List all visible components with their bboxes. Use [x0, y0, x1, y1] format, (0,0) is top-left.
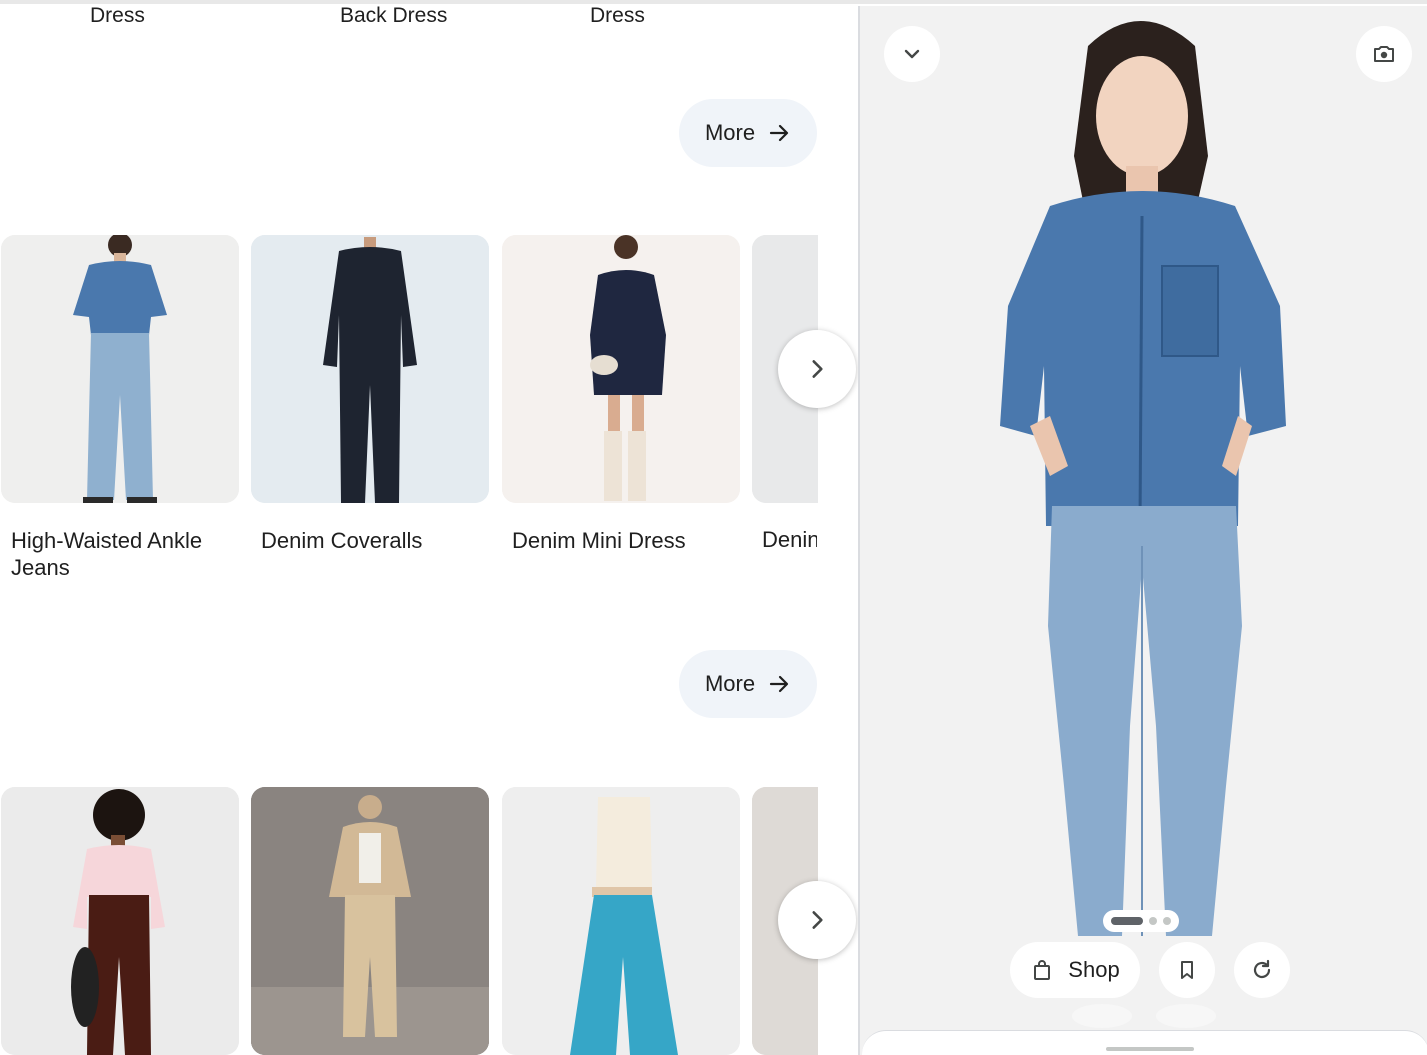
drag-handle[interactable]	[1106, 1047, 1194, 1051]
product-image-denim-mini-dress[interactable]	[502, 235, 740, 503]
product-title[interactable]: High-Waisted Ankle Jeans	[11, 527, 241, 581]
carousel-indicator	[1103, 910, 1179, 932]
product-title[interactable]: Denim Mini Dress	[512, 527, 742, 554]
bottom-sheet[interactable]	[862, 1030, 1427, 1055]
more-button[interactable]: More	[679, 650, 817, 718]
product-image-pink-shirt-outfit[interactable]	[1, 787, 239, 1055]
arrow-right-icon	[769, 124, 789, 142]
top-card-title[interactable]: Dress	[590, 4, 645, 28]
camera-button[interactable]	[1356, 26, 1412, 82]
top-card-title[interactable]: Back Dress	[340, 4, 447, 28]
camera-icon	[1374, 46, 1394, 62]
product-image-khaki-outfit[interactable]	[251, 787, 489, 1055]
carousel-dot[interactable]	[1163, 917, 1171, 925]
more-label: More	[704, 671, 756, 696]
product-image-denim-coveralls[interactable]	[251, 235, 489, 503]
try-on-panel: Shop	[858, 6, 1427, 1055]
arrow-right-icon	[769, 675, 789, 693]
save-button[interactable]	[1159, 942, 1215, 998]
chevron-right-icon	[812, 911, 823, 929]
refresh-button[interactable]	[1234, 942, 1290, 998]
top-card-title[interactable]: Dress	[90, 4, 145, 28]
chevron-down-icon	[904, 49, 920, 59]
shop-label: Shop	[1068, 957, 1120, 982]
product-title[interactable]: Denim Coveralls	[261, 527, 491, 554]
collapse-button[interactable]	[884, 26, 940, 82]
carousel-next-button[interactable]	[778, 330, 856, 408]
product-image-blue-pants-outfit[interactable]	[502, 787, 740, 1055]
more-button[interactable]: More	[679, 99, 817, 167]
shopping-bag-icon	[1034, 960, 1051, 980]
results-pane: Dress Back Dress Dress More High-Waisted…	[0, 0, 858, 1055]
carousel-dot[interactable]	[1149, 917, 1157, 925]
shop-button[interactable]: Shop	[1010, 942, 1140, 998]
product-title[interactable]: Denin	[762, 527, 817, 553]
refresh-icon	[1253, 959, 1271, 979]
chevron-right-icon	[812, 360, 823, 378]
try-on-model-image	[1000, 21, 1286, 1028]
more-label: More	[704, 120, 756, 145]
carousel-dot-active	[1111, 917, 1143, 925]
product-image-high-waisted-jeans[interactable]	[1, 235, 239, 503]
carousel-next-button[interactable]	[778, 881, 856, 959]
bookmark-icon	[1181, 961, 1193, 979]
